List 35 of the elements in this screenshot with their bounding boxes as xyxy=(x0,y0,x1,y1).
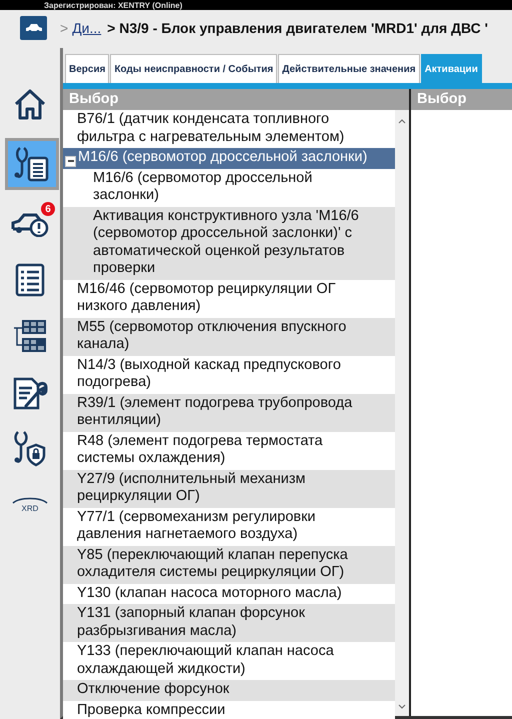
home-icon xyxy=(13,88,47,120)
list-icon xyxy=(15,263,45,297)
list-item[interactable]: Y27/9 (исполнительный механизм рециркуляции ОГ) xyxy=(63,470,395,508)
vehicle-button[interactable] xyxy=(20,16,47,40)
tab[interactable]: Действительные значения xyxy=(278,54,420,83)
sidebar-item[interactable]: XRD xyxy=(5,482,55,526)
module-grid-icon xyxy=(12,318,48,354)
xrd-label: XRD xyxy=(22,504,38,512)
column-header: Выбор xyxy=(63,89,409,110)
window-title: Зарегистрирован: XENTRY (Online) xyxy=(44,0,182,10)
breadcrumb-separator: > xyxy=(60,20,68,36)
list-item[interactable]: M16/6 (сервомотор дроссельной заслонки) xyxy=(63,148,395,168)
car-warning-icon xyxy=(11,211,49,237)
scroll-down-icon[interactable] xyxy=(398,704,406,710)
sidebar-item[interactable]: 6 xyxy=(5,202,55,246)
car-icon xyxy=(24,23,42,33)
breadcrumb-link[interactable]: Ди... xyxy=(72,20,102,36)
page-title: > N3/9 - Блок управления двигателем 'MRD1' для ДВС ' xyxy=(107,20,488,36)
list-item[interactable]: Проверка компрессии xyxy=(63,700,395,719)
list-item[interactable]: R39/1 (элемент подогрева трубопровода вентиляции) xyxy=(63,394,395,432)
list-item[interactable]: Активация конструктивного узла 'M16/6 (сервомотор дроссельной заслонки)' с автоматической оценкой результатов проверки xyxy=(63,206,395,280)
tab[interactable]: Версия xyxy=(65,54,110,83)
list-item[interactable]: M55 (сервомотор отключения впускного канала) xyxy=(63,318,395,356)
list-item[interactable]: Отключение форсунок xyxy=(63,680,395,700)
sidebar-item[interactable] xyxy=(5,138,59,190)
list-item[interactable]: Y131 (запорный клапан форсунок разбрызгивания масла) xyxy=(63,604,395,642)
scroll-up-icon[interactable] xyxy=(398,118,406,124)
list-item[interactable]: Y85 (переключающий клапан перепуска охладителя системы рециркуляции ОГ) xyxy=(63,546,395,584)
column-header: Выбор xyxy=(411,89,512,110)
arc-icon xyxy=(12,496,48,504)
tab[interactable]: Коды неисправности / События xyxy=(110,54,278,83)
notification-badge: 6 xyxy=(41,202,55,216)
stethoscope-lock-icon xyxy=(14,429,46,467)
stethoscope-clipboard-icon xyxy=(14,145,50,183)
collapse-toggle-icon[interactable] xyxy=(65,156,76,166)
